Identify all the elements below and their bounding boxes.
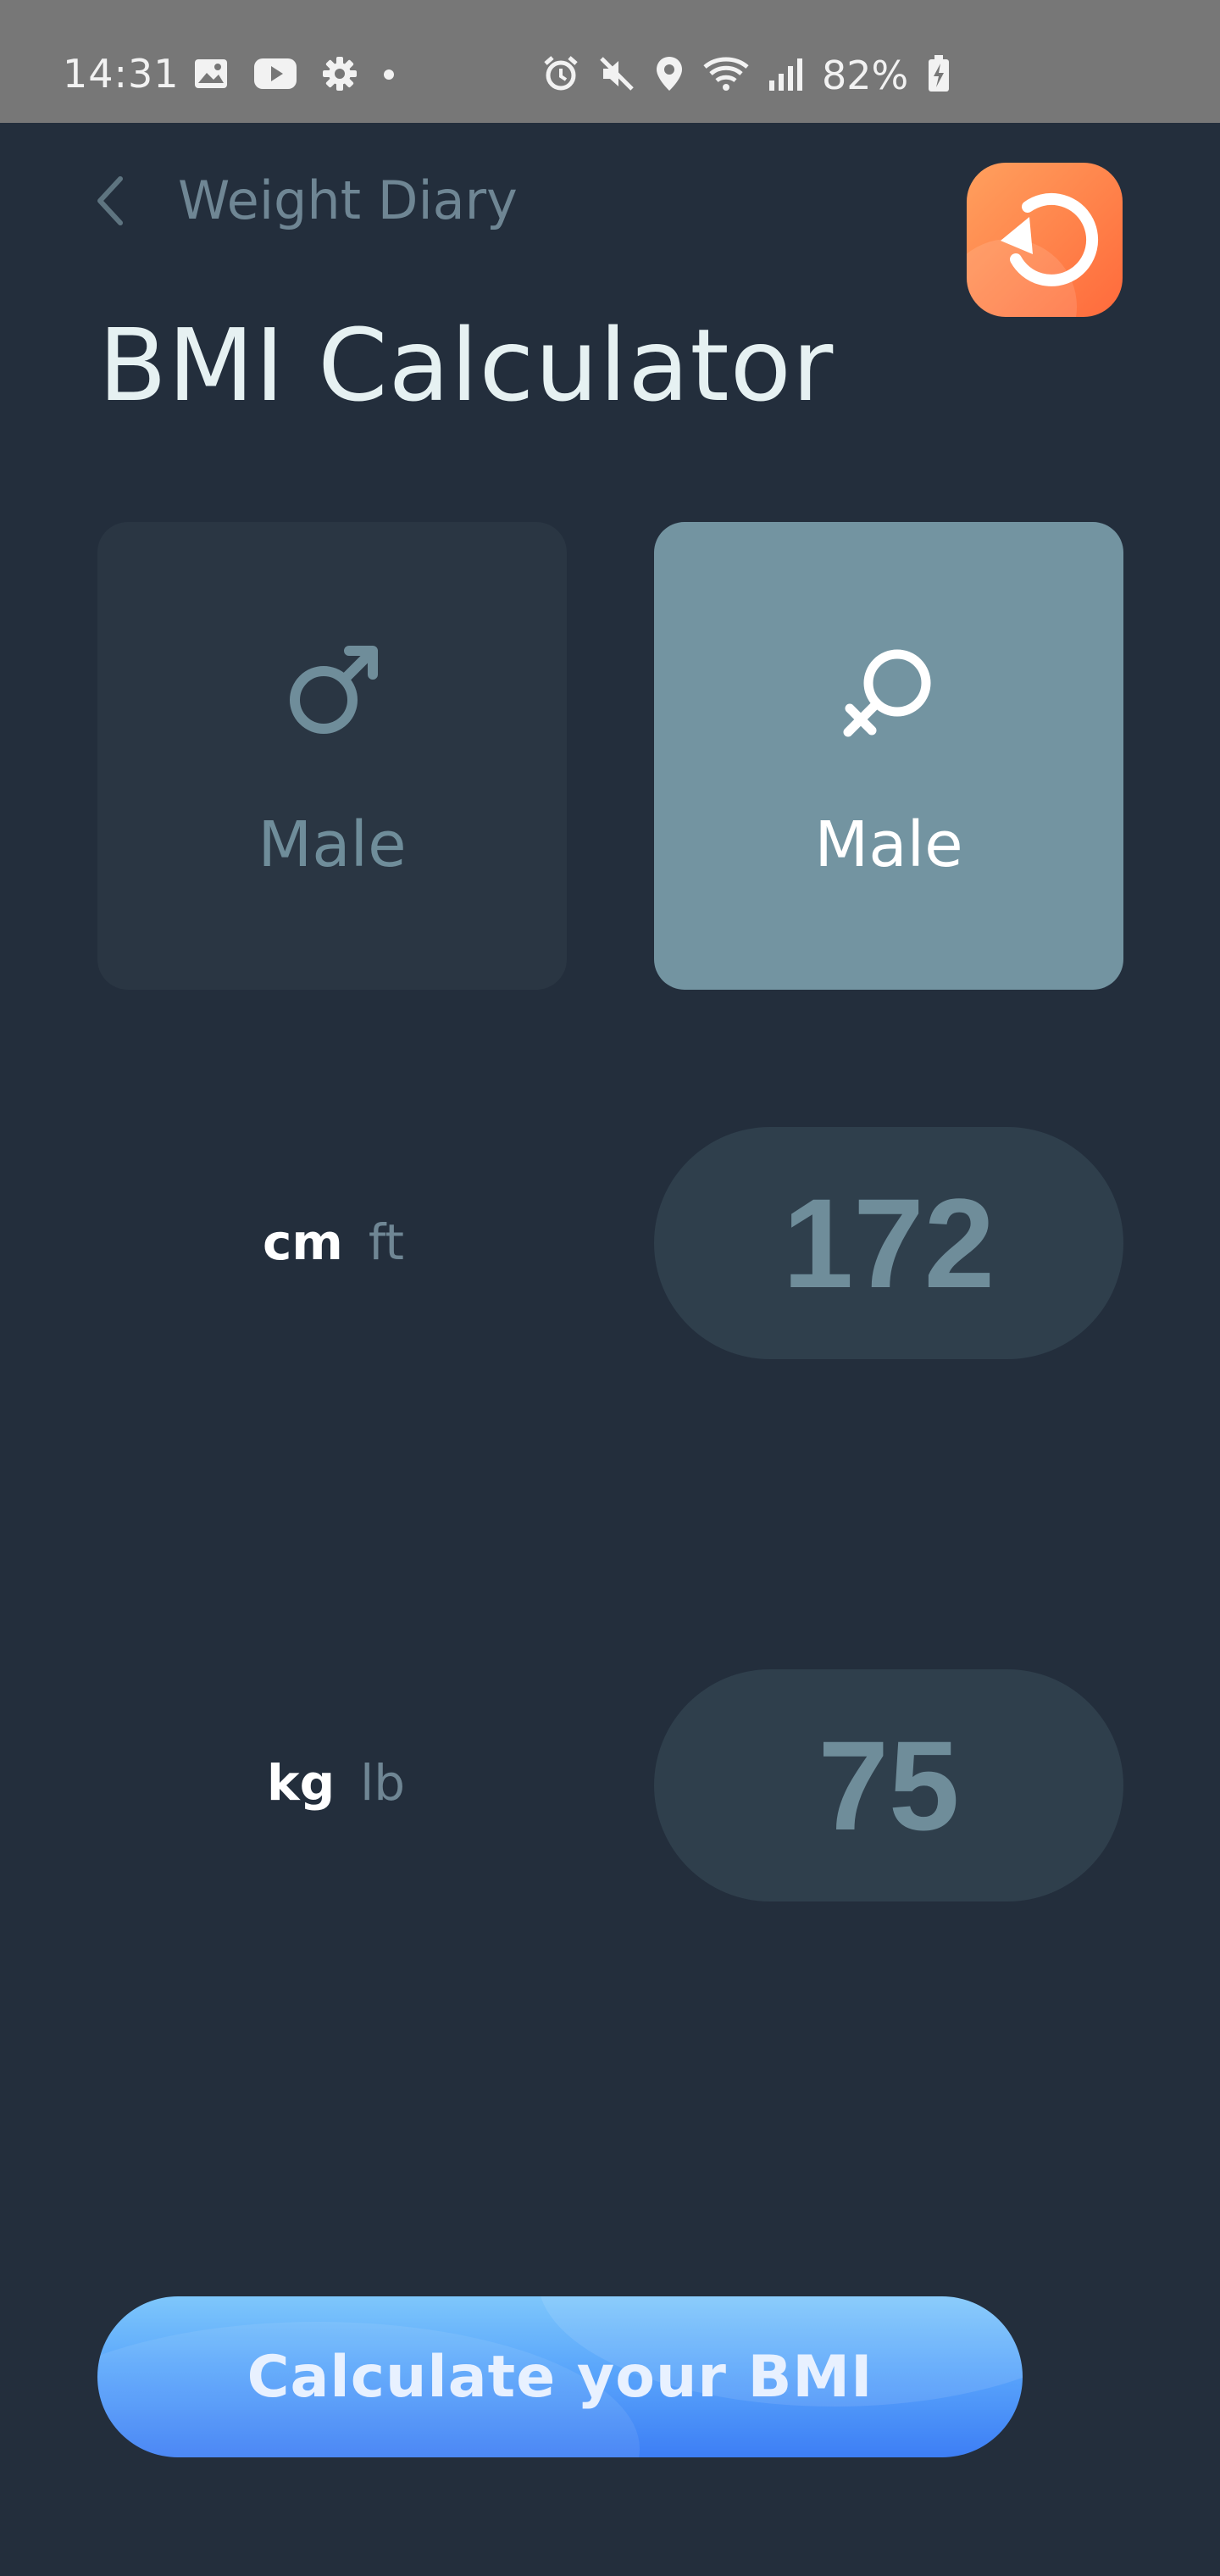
height-unit-ft[interactable]: ft — [369, 1213, 404, 1271]
location-icon — [654, 55, 685, 96]
height-unit-cm[interactable]: cm — [263, 1213, 343, 1271]
wifi-icon — [703, 55, 749, 96]
height-value: 172 — [782, 1171, 995, 1314]
reset-icon — [1001, 192, 1099, 286]
calculate-bmi-button[interactable]: Calculate your BMI — [97, 2296, 1023, 2457]
reset-button[interactable] — [967, 163, 1123, 317]
back-label: Weight Diary — [178, 169, 518, 231]
dot-icon — [383, 68, 395, 84]
female-symbol-icon — [843, 649, 931, 737]
battery-percent: 82% — [822, 53, 909, 98]
gender-option-female[interactable]: Male — [654, 522, 1123, 990]
signal-icon — [768, 57, 803, 94]
page-title: BMI Calculator — [98, 307, 835, 424]
gender-label-female: Male — [814, 808, 963, 881]
status-time: 14:31 — [63, 51, 180, 97]
settings-gear-icon — [322, 56, 358, 95]
gender-option-male[interactable]: Male — [97, 522, 567, 990]
status-right-icons: 82% — [542, 53, 951, 98]
alarm-icon — [542, 55, 580, 96]
back-button[interactable]: Weight Diary — [95, 169, 518, 231]
height-input[interactable]: 172 — [654, 1127, 1123, 1359]
status-left-icons — [193, 56, 395, 95]
status-bar: 14:31 82% — [0, 0, 1220, 123]
weight-value: 75 — [818, 1713, 960, 1857]
youtube-icon — [254, 58, 297, 92]
weight-input[interactable]: 75 — [654, 1669, 1123, 1901]
mute-icon — [598, 55, 635, 96]
weight-unit-lb[interactable]: lb — [360, 1754, 405, 1812]
weight-unit-toggle: kg lb — [267, 1754, 405, 1812]
chevron-left-icon — [97, 175, 123, 225]
gallery-icon — [193, 58, 229, 93]
calculate-bmi-label: Calculate your BMI — [247, 2343, 873, 2411]
battery-charging-icon — [927, 55, 951, 96]
height-unit-toggle: cm ft — [263, 1213, 404, 1271]
weight-unit-kg[interactable]: kg — [267, 1754, 335, 1812]
gender-label-male: Male — [258, 808, 407, 881]
male-symbol-icon — [290, 646, 378, 734]
